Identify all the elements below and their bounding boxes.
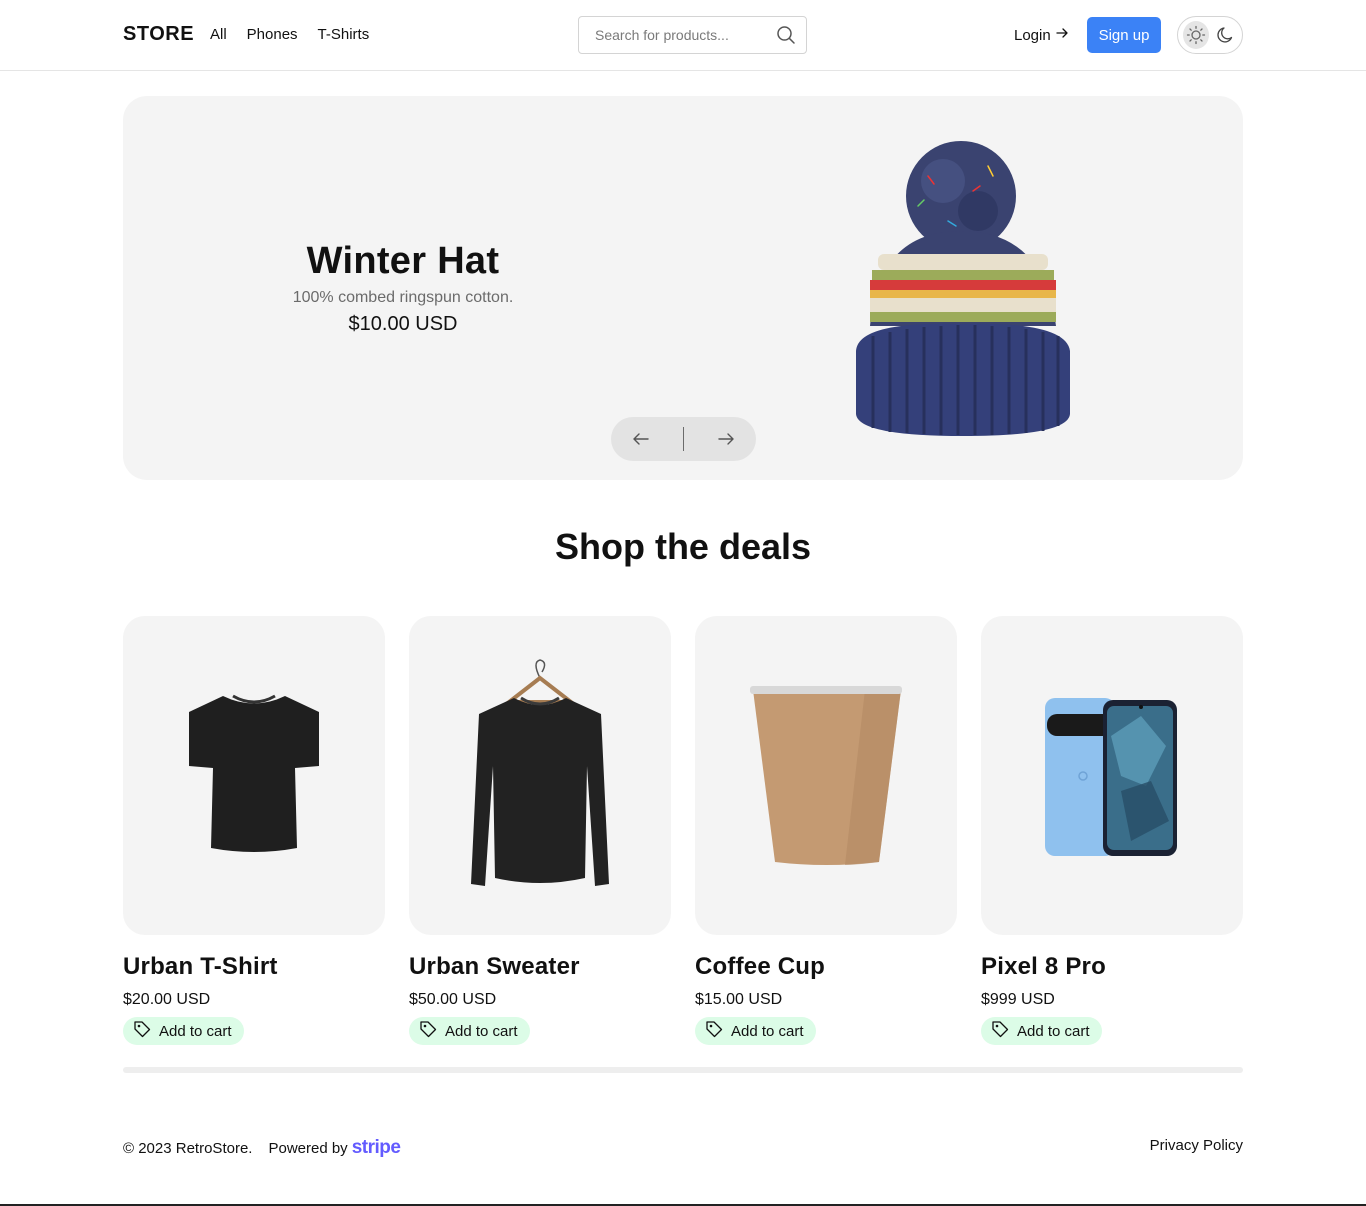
add-to-cart-label: Add to cart (159, 1022, 232, 1040)
add-to-cart-button[interactable]: Add to cart (981, 1017, 1102, 1045)
store-logo[interactable]: STORE (123, 23, 194, 46)
product-name[interactable]: Urban Sweater (409, 953, 671, 981)
product-card: Pixel 8 Pro $999 USD Add to cart (981, 616, 1243, 1045)
add-to-cart-label: Add to cart (731, 1022, 804, 1040)
product-image-pixel-phone[interactable] (981, 616, 1243, 935)
hero-price: $10.00 USD (348, 313, 458, 335)
search-icon[interactable] (776, 25, 796, 45)
login-link[interactable]: Login (1014, 26, 1069, 44)
add-to-cart-button[interactable]: Add to cart (409, 1017, 530, 1045)
signup-button[interactable]: Sign up (1087, 17, 1161, 53)
site-header: STORE All Phones T-Shirts Login Sign up (0, 0, 1366, 71)
arrow-right-icon (1055, 26, 1069, 44)
tag-icon (991, 1020, 1009, 1042)
add-to-cart-label: Add to cart (1017, 1022, 1090, 1040)
sun-icon[interactable] (1183, 21, 1209, 49)
product-name[interactable]: Coffee Cup (695, 953, 957, 981)
nav-phones[interactable]: Phones (247, 26, 298, 43)
product-name[interactable]: Urban T-Shirt (123, 953, 385, 981)
theme-toggle[interactable] (1177, 16, 1243, 54)
product-image-coffee-cup[interactable] (695, 616, 957, 935)
arrow-right-icon[interactable] (708, 421, 744, 457)
product-image-tshirt[interactable] (123, 616, 385, 935)
product-price: $50.00 USD (409, 991, 497, 1008)
section-divider (123, 1067, 1243, 1073)
product-name[interactable]: Pixel 8 Pro (981, 953, 1243, 981)
hero-banner: Winter Hat 100% combed ringspun cotton. … (123, 96, 1243, 480)
hero-description: 100% combed ringspun cotton. (292, 289, 514, 306)
search-input[interactable] (595, 27, 765, 43)
add-to-cart-button[interactable]: Add to cart (123, 1017, 244, 1045)
nav-all[interactable]: All (210, 26, 227, 43)
carousel-controls (611, 417, 756, 461)
nav-tshirts[interactable]: T-Shirts (318, 26, 370, 43)
powered-by: Powered by stripe (268, 1137, 400, 1159)
product-image-sweater[interactable] (409, 616, 671, 935)
winter-hat-image[interactable] (848, 136, 1078, 441)
product-price: $999 USD (981, 991, 1055, 1008)
login-label: Login (1014, 26, 1051, 44)
tag-icon (705, 1020, 723, 1042)
powered-by-label: Powered by (268, 1139, 348, 1157)
product-price: $20.00 USD (123, 991, 211, 1008)
search-box (578, 16, 807, 54)
add-to-cart-label: Add to cart (445, 1022, 518, 1040)
hero-text: Winter Hat 100% combed ringspun cotton. … (263, 240, 543, 336)
main-nav: All Phones T-Shirts (210, 26, 369, 43)
arrow-left-icon[interactable] (623, 421, 659, 457)
hero-title: Winter Hat (306, 240, 500, 282)
product-card: Urban Sweater $50.00 USD Add to cart (409, 616, 671, 1045)
product-card: Coffee Cup $15.00 USD Add to cart (695, 616, 957, 1045)
tag-icon (133, 1020, 151, 1042)
deals-title: Shop the deals (554, 526, 812, 567)
product-price: $15.00 USD (695, 991, 783, 1008)
privacy-policy-link[interactable]: Privacy Policy (1150, 1137, 1243, 1154)
tag-icon (419, 1020, 437, 1042)
copyright-text: © 2023 RetroStore. (123, 1139, 253, 1157)
product-card: Urban T-Shirt $20.00 USD Add to cart (123, 616, 385, 1045)
moon-icon[interactable] (1215, 23, 1237, 47)
stripe-logo[interactable]: stripe (352, 1137, 401, 1159)
footer-left: © 2023 RetroStore. Powered by stripe (123, 1137, 401, 1159)
carousel-divider (683, 427, 684, 451)
add-to-cart-button[interactable]: Add to cart (695, 1017, 816, 1045)
